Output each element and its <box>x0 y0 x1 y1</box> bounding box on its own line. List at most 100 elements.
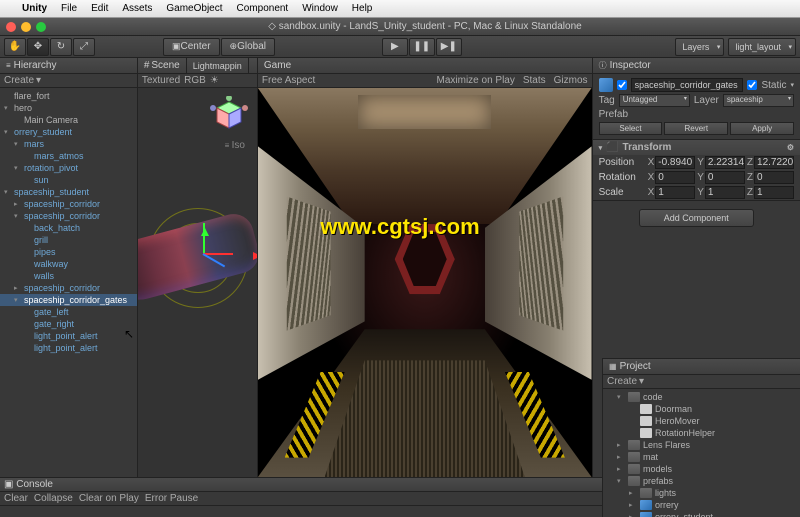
pause-button[interactable]: ❚❚ <box>409 38 435 56</box>
orientation-gizmo[interactable] <box>209 96 249 136</box>
component-settings-icon[interactable]: ⚙ <box>787 143 794 152</box>
hierarchy-item[interactable]: gate_right <box>0 318 137 330</box>
move-tool-button[interactable]: ✥ <box>27 38 49 56</box>
menu-component[interactable]: Component <box>237 3 289 14</box>
prefab-select-button[interactable]: Select <box>599 122 663 135</box>
rotation-y-field[interactable]: 0 <box>705 171 745 184</box>
scene-projection-label[interactable]: ≡ Iso <box>225 140 245 151</box>
minimize-window-button[interactable] <box>21 22 31 32</box>
layout-dropdown[interactable]: light_layout <box>728 38 796 56</box>
hierarchy-create-dropdown[interactable]: Create <box>4 75 34 86</box>
project-item[interactable]: ▸lights <box>603 487 800 499</box>
rotation-z-field[interactable]: 0 <box>754 171 794 184</box>
project-tab[interactable]: ▦Project <box>603 359 800 375</box>
scene-light-toggle[interactable]: ☀ <box>210 75 219 86</box>
zoom-window-button[interactable] <box>36 22 46 32</box>
scene-shading-dropdown[interactable]: Textured <box>142 75 180 86</box>
position-y-field[interactable]: 2.22314 <box>705 156 745 169</box>
hierarchy-item[interactable]: grill <box>0 234 137 246</box>
hierarchy-item[interactable]: flare_fort <box>0 90 137 102</box>
stats-toggle[interactable]: Stats <box>523 75 546 86</box>
prefab-apply-button[interactable]: Apply <box>730 122 794 135</box>
project-item[interactable]: ▸orrery_student <box>603 511 800 517</box>
pivot-center-button[interactable]: ▣ Center <box>163 38 220 56</box>
menu-app-name[interactable]: Unity <box>22 3 47 14</box>
rotation-x-field[interactable]: 0 <box>655 171 695 184</box>
pivot-global-button[interactable]: ⊕ Global <box>221 38 275 56</box>
scene-mode-dropdown[interactable]: RGB <box>184 75 206 86</box>
hierarchy-item[interactable]: walkway <box>0 258 137 270</box>
project-item[interactable]: RotationHelper <box>603 427 800 439</box>
play-button[interactable]: ▶ <box>382 38 408 56</box>
scene-viewport[interactable]: ≡ Iso <box>138 88 257 477</box>
project-create-dropdown[interactable]: Create <box>607 376 637 387</box>
project-item[interactable]: ▸models <box>603 463 800 475</box>
hierarchy-tab[interactable]: ≡Hierarchy <box>0 58 137 74</box>
transform-header[interactable]: ▾ ⬛ Transform ⚙ <box>593 140 800 155</box>
hierarchy-item[interactable]: ▾orrery_student <box>0 126 137 138</box>
hand-tool-button[interactable]: ✋ <box>4 38 26 56</box>
menu-file[interactable]: File <box>61 3 77 14</box>
maximize-on-play-toggle[interactable]: Maximize on Play <box>437 75 515 86</box>
console-clear-on-play-toggle[interactable]: Clear on Play <box>79 493 139 504</box>
project-item[interactable]: ▸Lens Flares <box>603 439 800 451</box>
menu-assets[interactable]: Assets <box>122 3 152 14</box>
position-x-field[interactable]: -0.8940 <box>655 156 695 169</box>
project-tree[interactable]: ▾codeDoormanHeroMoverRotationHelper▸Lens… <box>603 389 800 517</box>
gizmos-dropdown[interactable]: Gizmos <box>554 75 588 86</box>
scale-x-field[interactable]: 1 <box>655 186 695 199</box>
rotate-tool-button[interactable]: ↻ <box>50 38 72 56</box>
hierarchy-item[interactable]: light_point_alert <box>0 330 137 342</box>
add-component-button[interactable]: Add Component <box>639 209 754 227</box>
project-item[interactable]: HeroMover <box>603 415 800 427</box>
gameobject-name-field[interactable] <box>631 78 744 92</box>
console-clear-button[interactable]: Clear <box>4 493 28 504</box>
hierarchy-item[interactable]: ▾spaceship_corridor <box>0 210 137 222</box>
hierarchy-item[interactable]: walls <box>0 270 137 282</box>
hierarchy-item[interactable]: ▾spaceship_corridor_gates <box>0 294 137 306</box>
console-tab[interactable]: ▣ Console <box>4 479 53 490</box>
game-aspect-dropdown[interactable]: Free Aspect <box>262 75 315 86</box>
menu-edit[interactable]: Edit <box>91 3 108 14</box>
console-collapse-toggle[interactable]: Collapse <box>34 493 73 504</box>
hierarchy-item[interactable]: light_point_alert <box>0 342 137 354</box>
hierarchy-item[interactable]: ▾hero <box>0 102 137 114</box>
close-window-button[interactable] <box>6 22 16 32</box>
project-item[interactable]: ▸orrery <box>603 499 800 511</box>
hierarchy-item[interactable]: ▸spaceship_corridor <box>0 198 137 210</box>
hierarchy-item[interactable]: pipes <box>0 246 137 258</box>
position-z-field[interactable]: 12.7220 <box>754 156 794 169</box>
scale-y-field[interactable]: 1 <box>705 186 745 199</box>
inspector-tab[interactable]: ⓘInspector <box>593 58 800 74</box>
prefab-revert-button[interactable]: Revert <box>664 122 728 135</box>
scale-tool-button[interactable]: ⤢ <box>73 38 95 56</box>
console-error-pause-toggle[interactable]: Error Pause <box>145 493 198 504</box>
lightmapping-tab[interactable]: Lightmappin <box>187 58 249 73</box>
game-tab[interactable]: Game <box>258 58 592 74</box>
static-checkbox[interactable] <box>747 80 757 90</box>
hierarchy-item[interactable]: ▸spaceship_corridor <box>0 282 137 294</box>
hierarchy-item[interactable]: back_hatch <box>0 222 137 234</box>
hierarchy-item[interactable]: ▾spaceship_student <box>0 186 137 198</box>
project-item[interactable]: ▸mat <box>603 451 800 463</box>
menu-help[interactable]: Help <box>352 3 373 14</box>
project-item[interactable]: Doorman <box>603 403 800 415</box>
project-item[interactable]: ▾code <box>603 391 800 403</box>
step-button[interactable]: ▶❚ <box>436 38 462 56</box>
hierarchy-item[interactable]: sun <box>0 174 137 186</box>
layers-dropdown[interactable]: Layers <box>675 38 724 56</box>
hierarchy-item[interactable]: ▾rotation_pivot <box>0 162 137 174</box>
hierarchy-item[interactable]: Main Camera <box>0 114 137 126</box>
project-item[interactable]: ▾prefabs <box>603 475 800 487</box>
hierarchy-item[interactable]: gate_left <box>0 306 137 318</box>
gameobject-active-checkbox[interactable] <box>617 80 627 90</box>
menu-gameobject[interactable]: GameObject <box>166 3 222 14</box>
hierarchy-item[interactable]: ▾mars <box>0 138 137 150</box>
hierarchy-item[interactable]: mars_atmos <box>0 150 137 162</box>
scene-tab[interactable]: #Scene <box>138 58 187 73</box>
menu-window[interactable]: Window <box>302 3 338 14</box>
hierarchy-tree[interactable]: flare_fort▾heroMain Camera▾orrery_studen… <box>0 88 137 477</box>
transform-gizmo[interactable] <box>173 223 233 283</box>
tag-dropdown[interactable]: Untagged <box>619 94 690 107</box>
layer-dropdown[interactable]: spaceship <box>723 94 794 107</box>
